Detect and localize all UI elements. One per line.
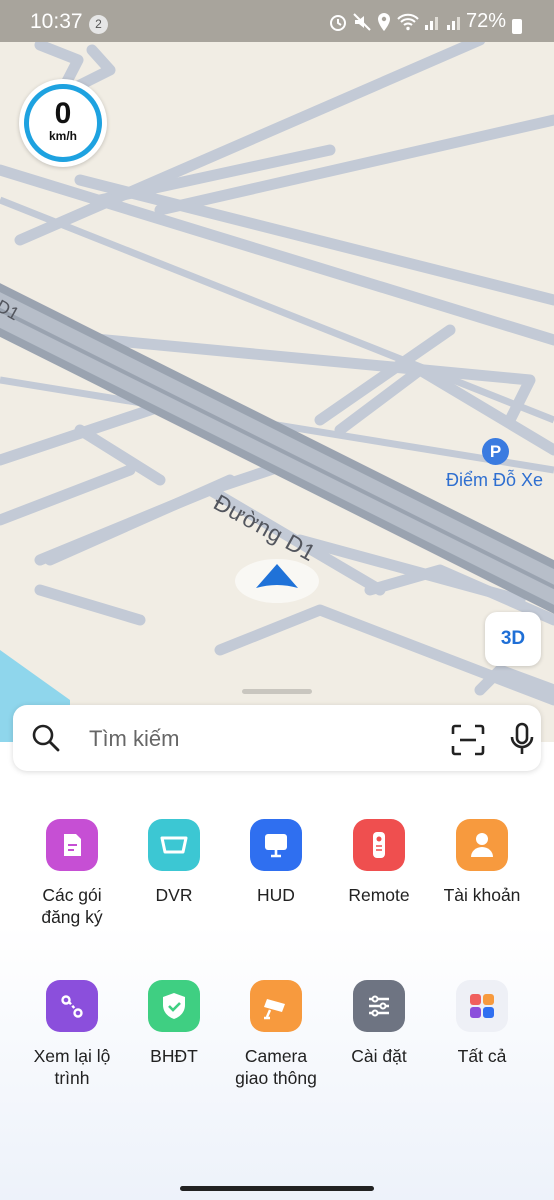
menu-item-label: Cài đặt [351, 1046, 407, 1066]
battery-percent: 72% [466, 10, 507, 32]
status-bar: 10:37 2 72% [0, 0, 554, 42]
menu-item-settings[interactable]: Cài đặt [327, 980, 431, 1067]
menu-item-label: HUD [257, 885, 295, 905]
location-icon [378, 13, 390, 31]
menu-item-hud[interactable]: HUD [224, 819, 328, 906]
menu-item-label: BHĐT [150, 1046, 198, 1066]
menu-item-route-history[interactable]: Xem lại lộ trình [20, 980, 124, 1089]
camera-icon [250, 980, 302, 1032]
search-input[interactable] [87, 722, 421, 756]
view-mode-3d-button[interactable]: 3D [485, 612, 541, 666]
notification-count-badge: 2 [89, 15, 108, 34]
status-time: 10:37 [30, 10, 83, 33]
person-icon [456, 819, 508, 871]
menu-item-label: Tất cả [457, 1046, 507, 1066]
menu-item-insurance[interactable]: BHĐT [122, 980, 226, 1067]
current-location-arrow-icon [235, 559, 319, 603]
poi-label[interactable]: Điểm Đỗ Xe [446, 470, 543, 491]
battery-icon [512, 19, 522, 34]
home-indicator[interactable] [180, 1186, 374, 1191]
menu-item-label: DVR [155, 885, 193, 905]
menu-item-subscriptions[interactable]: Các gói đăng ký [20, 819, 124, 928]
remote-icon [353, 819, 405, 871]
dvr-icon [148, 819, 200, 871]
document-icon [46, 819, 98, 871]
alarm-icon [330, 15, 346, 31]
menu-item-traffic-camera[interactable]: Camera giao thông [224, 980, 328, 1089]
wifi-icon [397, 13, 419, 31]
menu-item-remote[interactable]: Remote [327, 819, 431, 906]
menu-item-all[interactable]: Tất cả [430, 980, 534, 1067]
menu-item-label: Camera giao thông [235, 1046, 317, 1088]
scan-icon[interactable] [451, 724, 485, 756]
microphone-icon[interactable] [509, 722, 535, 756]
signal-icon [447, 17, 460, 30]
speedometer: 0 km/h [19, 79, 107, 167]
sheet-drag-handle[interactable] [242, 689, 312, 694]
apps-grid-icon [456, 980, 508, 1032]
search-icon [32, 724, 60, 752]
menu-item-label: Xem lại lộ trình [33, 1046, 111, 1088]
menu-item-dvr[interactable]: DVR [122, 819, 226, 906]
bottom-sheet [0, 742, 554, 1200]
speed-value: 0 [54, 97, 72, 130]
menu-item-label: Remote [348, 885, 410, 905]
menu-item-label: Các gói đăng ký [41, 885, 103, 927]
menu-item-account[interactable]: Tài khoản [430, 819, 534, 906]
monitor-icon [250, 819, 302, 871]
speed-unit: km/h [48, 129, 77, 143]
search-bar[interactable] [13, 705, 541, 771]
shield-icon [148, 980, 200, 1032]
signal-icon [425, 17, 438, 30]
route-icon [46, 980, 98, 1032]
mute-icon [353, 13, 371, 31]
status-icons [328, 11, 464, 33]
menu-item-label: Tài khoản [443, 885, 521, 905]
parking-pin-icon[interactable]: P [482, 438, 509, 465]
settings-sliders-icon [353, 980, 405, 1032]
